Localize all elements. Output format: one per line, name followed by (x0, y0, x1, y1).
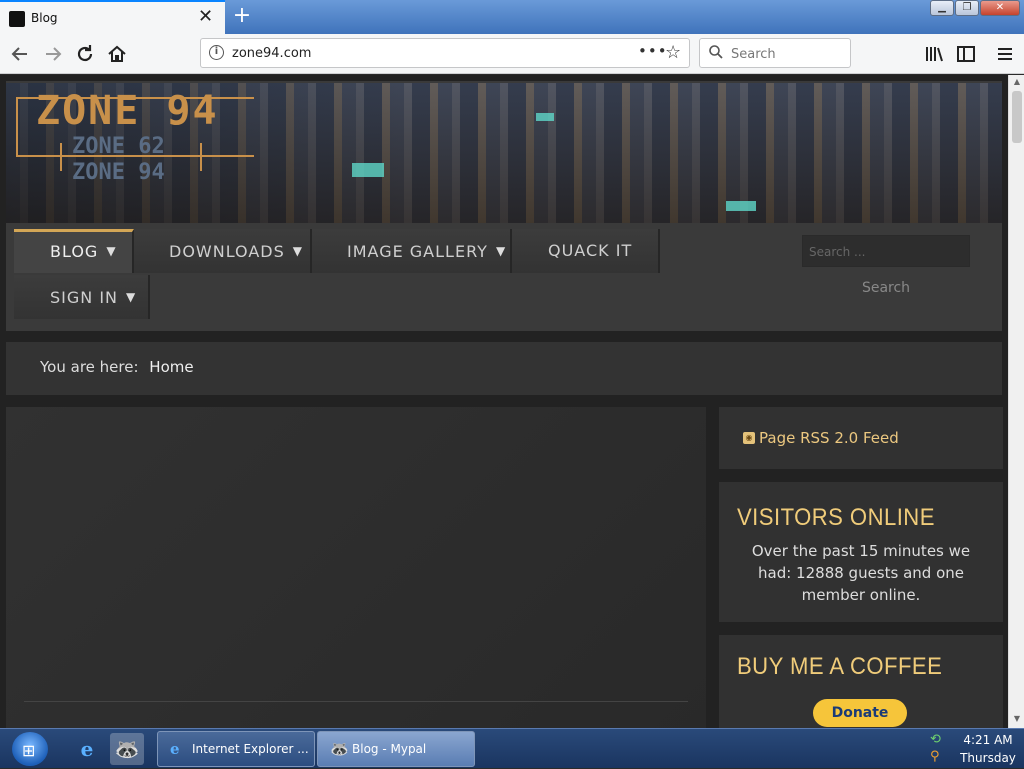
bookmark-star-icon[interactable]: ☆ (665, 42, 681, 63)
forward-arrow-icon[interactable] (40, 41, 66, 67)
clock-time[interactable]: 4:21 AM (958, 733, 1018, 747)
page-scrollbar[interactable]: ▲ ▼ (1008, 75, 1024, 728)
visitors-online-text: Over the past 15 minutes we had: 12888 g… (751, 542, 971, 604)
network-icon[interactable]: ⟲ (930, 732, 941, 747)
site-logo-subtitle: ZONE 94 (72, 160, 165, 185)
site-logo-subtitle: ZONE 62 (72, 134, 165, 159)
menu-item-blog[interactable]: BLOG ▼ (14, 229, 134, 273)
menu-item-downloads[interactable]: DOWNLOADS ▼ (134, 229, 312, 273)
neon-sign (536, 113, 554, 121)
rss-feed-link[interactable]: Page RSS 2.0 Feed (759, 429, 899, 447)
site-logo-title[interactable]: ZONE 94 (36, 88, 219, 134)
window-close-button[interactable]: ✕ (980, 0, 1020, 16)
neon-sign (352, 163, 384, 177)
tab-favicon-icon (9, 11, 25, 27)
scroll-down-arrow-icon[interactable]: ▼ (1012, 714, 1022, 726)
mypal-icon: 🦝 (330, 740, 349, 758)
windows-taskbar: ⊞ e 🦝 e Internet Explorer ... 🦝 Blog - M… (0, 728, 1024, 768)
taskbar-item-label: Internet Explorer ... (192, 742, 309, 756)
chevron-down-icon: ▼ (292, 244, 304, 258)
search-tray-icon[interactable]: ⚲ (930, 749, 940, 764)
browser-tab[interactable]: Blog ✕ (0, 0, 225, 34)
rss-feed-box: ◉ Page RSS 2.0 Feed (719, 407, 1003, 469)
internet-explorer-icon[interactable]: e (70, 733, 104, 765)
taskbar-item-label: Blog - Mypal (352, 742, 427, 756)
library-icon[interactable] (923, 43, 945, 65)
divider (24, 701, 688, 702)
menu-item-image-gallery[interactable]: IMAGE GALLERY ▼ (312, 229, 512, 273)
tab-title: Blog (31, 11, 58, 25)
site-search-button[interactable]: Search (852, 276, 920, 300)
ie-icon: e (170, 740, 180, 758)
chevron-down-icon: ▼ (126, 290, 137, 304)
start-button[interactable]: ⊞ (12, 732, 48, 766)
url-text[interactable]: zone94.com (232, 46, 311, 61)
hamburger-menu-icon[interactable] (994, 43, 1016, 65)
breadcrumb-home: Home (149, 358, 194, 376)
browser-search-input[interactable]: Search (699, 38, 851, 68)
tab-close-button[interactable]: ✕ (198, 7, 213, 27)
breadcrumb-prefix: You are here: (40, 358, 139, 376)
site-search-input[interactable]: Search ... (802, 235, 970, 267)
menu-item-label: QUACK IT (548, 241, 633, 260)
home-icon[interactable] (104, 41, 130, 67)
menu-item-label: BLOG (50, 242, 99, 261)
windows-logo-icon: ⊞ (22, 741, 36, 760)
system-tray: ⟲ ⚲ 4:21 AM Thursday (920, 729, 1024, 769)
page-actions-menu-icon[interactable]: ••• (638, 42, 668, 60)
visitors-online-box: VISITORS ONLINE Over the past 15 minutes… (719, 482, 1003, 622)
scrollbar-thumb[interactable] (1012, 91, 1022, 143)
taskbar-item-blog-mypal[interactable]: 🦝 Blog - Mypal (317, 731, 475, 767)
taskbar-item-internet-explorer[interactable]: e Internet Explorer ... (157, 731, 315, 767)
menu-item-sign-in[interactable]: SIGN IN ▼ (14, 275, 150, 319)
search-placeholder: Search (731, 47, 776, 62)
menu-item-label: IMAGE GALLERY (347, 242, 488, 261)
breadcrumb: You are here: Home (6, 342, 1002, 395)
donate-button[interactable]: Donate (813, 699, 907, 727)
buy-me-coffee-title: BUY ME A COFFEE (737, 653, 943, 680)
mypal-raccoon-icon[interactable]: 🦝 (110, 733, 144, 765)
buy-me-coffee-box: BUY ME A COFFEE Donate (719, 635, 1003, 728)
chevron-down-icon: ▼ (106, 244, 117, 258)
web-page: ZONE 94 ZONE 62 ZONE 94 BLOG ▼ DOWNLOADS ▼… (0, 75, 1008, 728)
window-maximize-button[interactable]: ❐ (955, 0, 979, 16)
chevron-down-icon: ▼ (495, 244, 507, 258)
search-icon (708, 44, 724, 64)
neon-sign (726, 201, 756, 211)
back-arrow-icon[interactable] (7, 41, 33, 67)
window-minimize-button[interactable]: ▁ (930, 0, 954, 16)
new-tab-button[interactable]: + (230, 3, 254, 29)
menu-item-quack-it[interactable]: QUACK IT (512, 229, 660, 273)
address-bar[interactable]: i zone94.com ••• ☆ (200, 38, 690, 68)
reload-icon[interactable] (72, 41, 98, 67)
site-info-icon[interactable]: i (209, 45, 224, 60)
visitors-online-title: VISITORS ONLINE (737, 504, 935, 531)
clock-day[interactable]: Thursday (956, 751, 1020, 765)
menu-item-label: DOWNLOADS (169, 242, 285, 261)
tab-bar: Blog ✕ + ▁ ❐ ✕ (0, 0, 1024, 34)
main-content-area (6, 407, 706, 728)
menu-item-label: SIGN IN (50, 288, 119, 307)
scroll-up-arrow-icon[interactable]: ▲ (1012, 77, 1022, 89)
rss-icon: ◉ (743, 432, 755, 444)
sidebar-toggle-icon[interactable] (955, 43, 977, 65)
navigation-toolbar: i zone94.com ••• ☆ Search (0, 34, 1024, 74)
